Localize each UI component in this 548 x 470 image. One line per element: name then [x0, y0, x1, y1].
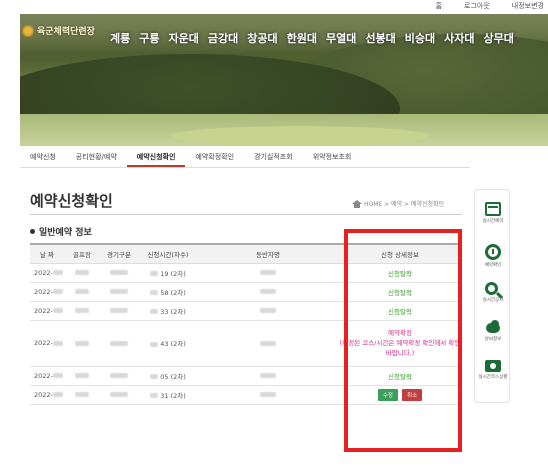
quick-item-reservation-check[interactable]: 예약확인	[475, 244, 511, 268]
calendar-check-icon	[485, 202, 501, 216]
menu-item[interactable]: 자운대	[169, 30, 199, 46]
tab-results[interactable]: 경기실적조회	[244, 146, 303, 167]
section-heading-text: 일반예약 정보	[39, 228, 92, 238]
cell-type	[100, 263, 138, 283]
top-link-home[interactable]: 홈	[436, 1, 442, 11]
cell-date: 2022-	[30, 301, 64, 321]
menu-item[interactable]: 금강대	[208, 30, 238, 46]
top-link-myinfo[interactable]: 내정보변경	[512, 1, 544, 11]
column-header: 골프장	[64, 243, 100, 264]
cell-companion	[198, 320, 338, 367]
menu-item[interactable]: 한원대	[287, 30, 317, 46]
quick-item-course-status[interactable]: 실시간코스상황	[475, 360, 511, 380]
cell-date: 2022-	[30, 263, 64, 283]
quick-menu: 실시간예약 예약확인 실시간공지 날씨정보 실시간코스상황	[474, 189, 510, 403]
logo-text: 육군체력단련장	[37, 27, 95, 37]
cell-course	[64, 385, 100, 405]
menu-item[interactable]: 선봉대	[365, 30, 395, 46]
menu-item[interactable]: 무열대	[326, 30, 356, 46]
top-links: 홈 로그아웃 내정보변경	[436, 1, 544, 11]
camera-icon	[485, 360, 501, 372]
menu-item[interactable]: 사자대	[444, 30, 474, 46]
tab-penalty[interactable]: 위약정보조회	[303, 146, 362, 167]
cell-course	[64, 263, 100, 283]
column-header: 신청시간(차수)	[138, 243, 198, 264]
cell-time: 43 (2차)	[138, 320, 198, 367]
cell-date: 2022-	[30, 320, 64, 367]
logo-emblem-icon	[22, 24, 34, 37]
cell-time: 05 (2차)	[138, 366, 198, 386]
home-icon[interactable]	[352, 199, 362, 208]
column-header: 경기구분	[100, 243, 138, 264]
cell-course	[64, 366, 100, 386]
quick-item-realtime-reservation[interactable]: 실시간예약	[475, 202, 511, 224]
section-heading: 일반예약 정보	[30, 225, 92, 238]
cell-time: 31 (2차)	[138, 385, 198, 405]
cell-type	[100, 320, 138, 367]
cell-course	[64, 301, 100, 321]
breadcrumb: HOME > 예약 > 예약신청확인	[352, 199, 444, 208]
hero-fairway	[170, 126, 430, 146]
main-menu: 계룡 구룡 자운대 금강대 창공대 한원대 무열대 선봉대 비승대 사자대 상무…	[110, 30, 514, 46]
cell-type	[100, 366, 138, 386]
cell-time: 33 (2차)	[138, 301, 198, 321]
bullet-icon	[30, 229, 35, 234]
site-logo[interactable]: 육군체력단련장	[22, 24, 95, 37]
page-title: 예약신청확인	[30, 192, 113, 210]
tab-reservation[interactable]: 예약신청	[20, 146, 66, 167]
menu-item[interactable]: 구룡	[139, 30, 159, 46]
cell-companion	[198, 263, 338, 283]
menu-item[interactable]: 계룡	[110, 30, 130, 46]
top-link-logout[interactable]: 로그아웃	[464, 1, 490, 11]
quick-item-notice[interactable]: 실시간공지	[475, 282, 511, 303]
highlight-box	[344, 229, 462, 452]
tab-tee-status[interactable]: 공티현황/예약	[66, 146, 127, 167]
menu-item[interactable]: 창공대	[247, 30, 277, 46]
tab-reservation-check[interactable]: 예약신청확인	[126, 146, 186, 167]
breadcrumb-text: HOME > 예약 > 예약신청확인	[364, 201, 445, 208]
cell-type	[100, 282, 138, 302]
weather-icon	[484, 320, 502, 334]
quick-item-weather[interactable]: 날씨정보	[475, 320, 511, 342]
divider	[30, 214, 462, 215]
cell-companion	[198, 366, 338, 386]
tab-confirm-check[interactable]: 예약확정확인	[185, 146, 244, 167]
cell-date: 2022-	[30, 282, 64, 302]
menu-item[interactable]: 비승대	[405, 30, 435, 46]
column-header: 날 짜	[30, 243, 64, 264]
sub-tab-menu: 예약신청 공티현황/예약 예약신청확인 예약확정확인 경기실적조회 위약정보조회	[20, 146, 470, 168]
cell-course	[64, 320, 100, 367]
clock-icon	[485, 244, 501, 260]
cell-date: 2022-	[30, 385, 64, 405]
search-icon	[484, 282, 498, 295]
cell-course	[64, 282, 100, 302]
cell-companion	[198, 301, 338, 321]
column-header: 동반자명	[198, 243, 338, 264]
cell-date: 2022-	[30, 366, 64, 386]
cell-time: 58 (2차)	[138, 282, 198, 302]
cell-companion	[198, 282, 338, 302]
cell-type	[100, 301, 138, 321]
cell-time: 19 (2차)	[138, 263, 198, 283]
cell-companion	[198, 385, 338, 405]
cell-type	[100, 385, 138, 405]
menu-item[interactable]: 상무대	[484, 30, 514, 46]
